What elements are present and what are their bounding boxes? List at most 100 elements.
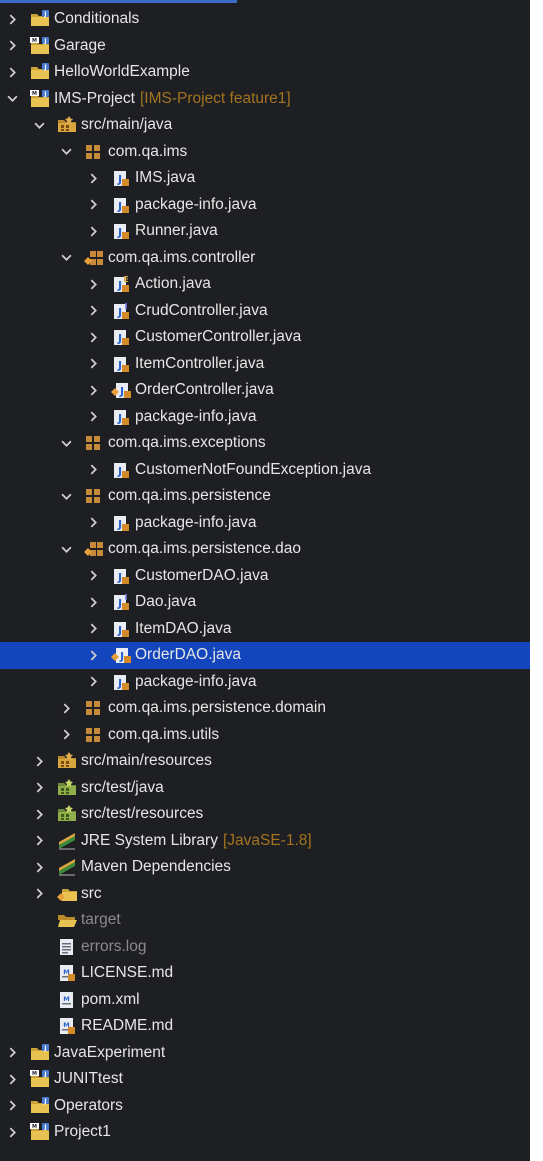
chevron-down-icon[interactable] <box>31 117 47 133</box>
chevron-down-icon[interactable] <box>4 91 20 107</box>
chevron-right-icon[interactable] <box>58 700 74 716</box>
tree-item[interactable]: src/main/java <box>0 112 530 139</box>
chevron-right-icon[interactable] <box>85 303 101 319</box>
tree-item[interactable]: J I Dao.java <box>0 589 530 616</box>
java-file-icon: J <box>110 221 132 241</box>
chevron-right-icon[interactable] <box>4 1045 20 1061</box>
chevron-down-icon[interactable] <box>58 435 74 451</box>
tree-item[interactable]: Mpom.xml <box>0 987 530 1014</box>
chevron-right-icon[interactable] <box>85 515 101 531</box>
chevron-right-icon[interactable] <box>31 886 47 902</box>
chevron-right-icon[interactable] <box>58 727 74 743</box>
chevron-right-icon[interactable] <box>4 1124 20 1140</box>
tree-item[interactable]: com.qa.ims.persistence <box>0 483 530 510</box>
chevron-right-icon[interactable] <box>85 223 101 239</box>
chevron-right-icon[interactable] <box>85 329 101 345</box>
svg-text:J: J <box>117 226 122 239</box>
svg-text:J: J <box>117 279 122 292</box>
chevron-right-icon[interactable] <box>85 674 101 690</box>
tree-item[interactable]: Jpackage-info.java <box>0 192 530 219</box>
package-icon <box>83 698 105 718</box>
tree-item[interactable]: src/main/resources <box>0 748 530 775</box>
svg-text:J: J <box>117 173 122 186</box>
chevron-right-icon[interactable] <box>31 780 47 796</box>
chevron-down-icon[interactable] <box>58 541 74 557</box>
tree-item-label: Conditionals <box>54 10 140 28</box>
tree-item[interactable]: J OrderDAO.java <box>0 642 530 669</box>
svg-text:J: J <box>117 332 122 345</box>
chevron-right-icon[interactable] <box>31 753 47 769</box>
chevron-right-icon[interactable] <box>4 64 20 80</box>
tree-item[interactable]: J I CrudController.java <box>0 298 530 325</box>
tree-item[interactable]: com.qa.ims.persistence.dao <box>0 536 530 563</box>
chevron-down-icon[interactable] <box>58 488 74 504</box>
chevron-right-icon[interactable] <box>85 409 101 425</box>
tree-item[interactable]: com.qa.ims <box>0 139 530 166</box>
chevron-right-icon[interactable] <box>85 382 101 398</box>
tree-item[interactable]: J Conditionals <box>0 6 530 33</box>
markdown-file-icon: M <box>56 963 78 983</box>
interface-file-icon: JI <box>110 592 132 612</box>
tree-item[interactable]: J Operators <box>0 1093 530 1120</box>
chevron-right-icon[interactable] <box>4 1098 20 1114</box>
tree-item[interactable]: J E Action.java <box>0 271 530 298</box>
tree-item[interactable]: JRE System Library [JavaSE-1.8] <box>0 828 530 855</box>
tree-item[interactable]: com.qa.ims.exceptions <box>0 430 530 457</box>
tree-item[interactable]: J IMS.java <box>0 165 530 192</box>
tree-item[interactable]: src <box>0 881 530 908</box>
chevron-down-icon[interactable] <box>58 250 74 266</box>
tree-item[interactable]: J CustomerController.java <box>0 324 530 351</box>
tree-item[interactable]: Jpackage-info.java <box>0 404 530 431</box>
chevron-right-icon[interactable] <box>31 806 47 822</box>
svg-text:I: I <box>125 593 128 602</box>
tree-item[interactable]: J HelloWorldExample <box>0 59 530 86</box>
tree-item[interactable]: M J JUNITtest <box>0 1066 530 1093</box>
xml-file-icon: M <box>56 990 78 1010</box>
chevron-right-icon[interactable] <box>4 1071 20 1087</box>
chevron-right-icon[interactable] <box>85 197 101 213</box>
chevron-down-icon[interactable] <box>58 144 74 160</box>
chevron-right-icon[interactable] <box>4 11 20 27</box>
tree-item[interactable]: Jpackage-info.java <box>0 669 530 696</box>
chevron-right-icon[interactable] <box>85 621 101 637</box>
tree-item[interactable]: J ItemDAO.java <box>0 616 530 643</box>
chevron-right-icon[interactable] <box>85 276 101 292</box>
tree-item[interactable]: src/test/java <box>0 775 530 802</box>
chevron-right-icon[interactable] <box>85 170 101 186</box>
tree-item[interactable]: com.qa.ims.controller <box>0 245 530 272</box>
tree-item[interactable]: J CustomerNotFoundException.java <box>0 457 530 484</box>
tree-item-label: src/main/java <box>81 116 173 134</box>
tree-item[interactable]: com.qa.ims.utils <box>0 722 530 749</box>
chevron-right-icon[interactable] <box>31 859 47 875</box>
tree-item[interactable]: M README.md <box>0 1013 530 1040</box>
tree-item[interactable]: M J Project1 <box>0 1119 530 1146</box>
tree-item[interactable]: M J IMS-Project [IMS-Project feature1] <box>0 86 530 113</box>
tree-item-label: package-info.java <box>135 407 257 425</box>
chevron-right-icon[interactable] <box>85 647 101 663</box>
svg-text:J: J <box>43 1071 46 1078</box>
tree-item[interactable]: src/test/resources <box>0 801 530 828</box>
chevron-right-icon[interactable] <box>85 356 101 372</box>
java-file-icon: J <box>110 195 132 215</box>
tree-item[interactable]: Jpackage-info.java <box>0 510 530 537</box>
tree-item[interactable]: M J Garage <box>0 33 530 60</box>
tree-item[interactable]: Maven Dependencies <box>0 854 530 881</box>
chevron-right-icon[interactable] <box>4 38 20 54</box>
svg-text:J: J <box>43 1098 46 1105</box>
tree-item[interactable]: J Runner.java <box>0 218 530 245</box>
tree-item[interactable]: J CustomerDAO.java <box>0 563 530 590</box>
chevron-right-icon[interactable] <box>31 833 47 849</box>
chevron-right-icon[interactable] <box>85 594 101 610</box>
tree-item[interactable]: J ItemController.java <box>0 351 530 378</box>
tree-item[interactable]: J JavaExperiment <box>0 1040 530 1067</box>
chevron-right-icon[interactable] <box>85 462 101 478</box>
tree-item[interactable]: J OrderController.java <box>0 377 530 404</box>
test-source-folder-icon <box>56 778 78 798</box>
tree-item-label: IMS-Project <box>54 89 135 107</box>
tree-item[interactable]: M LICENSE.md <box>0 960 530 987</box>
tree-item[interactable]: target <box>0 907 530 934</box>
tree-item[interactable]: com.qa.ims.persistence.domain <box>0 695 530 722</box>
interface-file-icon: JI <box>110 301 132 321</box>
tree-item[interactable]: errors.log <box>0 934 530 961</box>
chevron-right-icon[interactable] <box>85 568 101 584</box>
